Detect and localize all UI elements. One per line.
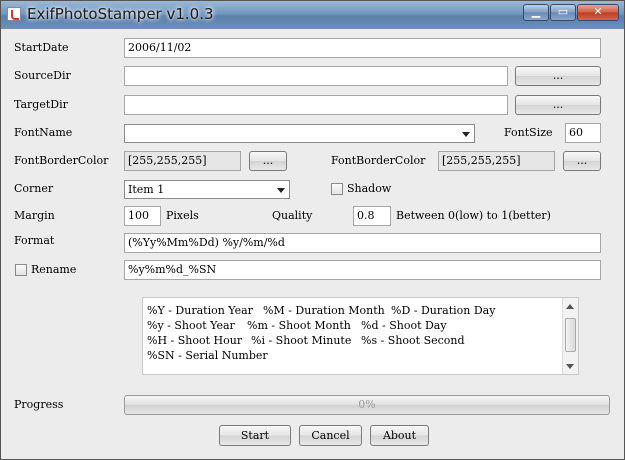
help-item: %M - Duration Month (263, 304, 385, 317)
font-border-color-value: [255,255,255] (124, 151, 241, 171)
shadow-label: Shadow (347, 182, 392, 195)
margin-unit-label: Pixels (166, 209, 199, 222)
progress-label: Progress (14, 398, 64, 411)
source-dir-input[interactable] (124, 66, 508, 86)
margin-input[interactable]: 100 (124, 206, 161, 226)
scrollbar-thumb[interactable] (565, 318, 576, 352)
rename-label: Rename (31, 263, 77, 276)
start-button[interactable]: Start (219, 425, 291, 446)
quality-hint: Between 0(low) to 1(better) (396, 209, 551, 222)
help-item: %H - Shoot Hour (147, 334, 243, 347)
vertical-scrollbar[interactable] (562, 298, 578, 374)
target-dir-browse-button[interactable]: ... (515, 95, 601, 115)
window-title: ExifPhotoStamper v1.0.3 (27, 5, 214, 23)
shadow-checkbox[interactable] (331, 183, 343, 195)
source-dir-label: SourceDir (14, 69, 71, 82)
help-item: %s - Shoot Second (361, 334, 465, 347)
help-item: %SN - Serial Number (147, 349, 268, 362)
java-app-icon (7, 7, 21, 21)
title-bar[interactable]: ExifPhotoStamper v1.0.3 ▁ ▭ ✕ (1, 1, 624, 29)
minimize-button[interactable]: ▁ (523, 4, 549, 21)
margin-label: Margin (14, 209, 55, 222)
quality-label: Quality (272, 209, 313, 222)
help-item: %i - Shoot Minute (251, 334, 352, 347)
help-item: %d - Shoot Day (361, 319, 447, 332)
font-border-color-label-2: FontBorderColor (331, 154, 426, 167)
target-dir-label: TargetDir (14, 98, 68, 111)
font-name-select[interactable] (124, 124, 475, 143)
help-item: %y - Shoot Year (147, 319, 235, 332)
close-icon: ✕ (593, 5, 603, 18)
maximize-button[interactable]: ▭ (550, 4, 576, 21)
font-size-input[interactable]: 60 (565, 123, 601, 143)
cancel-button[interactable]: Cancel (299, 425, 362, 446)
corner-label: Corner (14, 182, 54, 195)
app-window: ExifPhotoStamper v1.0.3 ▁ ▭ ✕ StartDate … (0, 0, 625, 460)
corner-value: Item 1 (128, 183, 165, 196)
corner-select[interactable]: Item 1 (124, 180, 290, 199)
format-label: Format (14, 234, 55, 247)
start-date-input[interactable]: 2006/11/02 (124, 38, 601, 58)
help-item: %D - Duration Day (391, 304, 496, 317)
quality-input[interactable]: 0.8 (353, 206, 391, 226)
progress-bar: 0% (124, 395, 610, 415)
help-item: %Y - Duration Year (147, 304, 253, 317)
font-border-color-value-2: [255,255,255] (438, 151, 555, 171)
font-border-color-button[interactable]: ... (249, 151, 287, 171)
chevron-down-icon (277, 188, 285, 193)
format-help-textarea[interactable]: %Y - Duration Year %M - Duration Month %… (142, 297, 579, 375)
font-border-color-label: FontBorderColor (14, 154, 109, 167)
minimize-icon: ▁ (531, 5, 541, 18)
scroll-down-icon[interactable] (566, 364, 574, 369)
close-button[interactable]: ✕ (577, 4, 619, 21)
about-button[interactable]: About (370, 425, 429, 446)
chevron-down-icon (462, 132, 470, 137)
source-dir-browse-button[interactable]: ... (515, 66, 601, 86)
rename-pattern-input[interactable]: %y%m%d_%SN (124, 260, 601, 280)
scroll-up-icon[interactable] (566, 304, 574, 309)
font-size-label: FontSize (504, 126, 553, 139)
target-dir-input[interactable] (124, 95, 508, 115)
font-border-color-button-2[interactable]: ... (563, 151, 601, 171)
help-item: %m - Shoot Month (247, 319, 351, 332)
rename-checkbox[interactable] (15, 264, 27, 276)
font-name-label: FontName (14, 126, 73, 139)
maximize-icon: ▭ (557, 5, 569, 18)
start-date-label: StartDate (14, 41, 69, 54)
format-input[interactable]: (%Yy%Mm%Dd) %y/%m/%d (124, 233, 601, 253)
progress-text: 0% (358, 398, 376, 411)
